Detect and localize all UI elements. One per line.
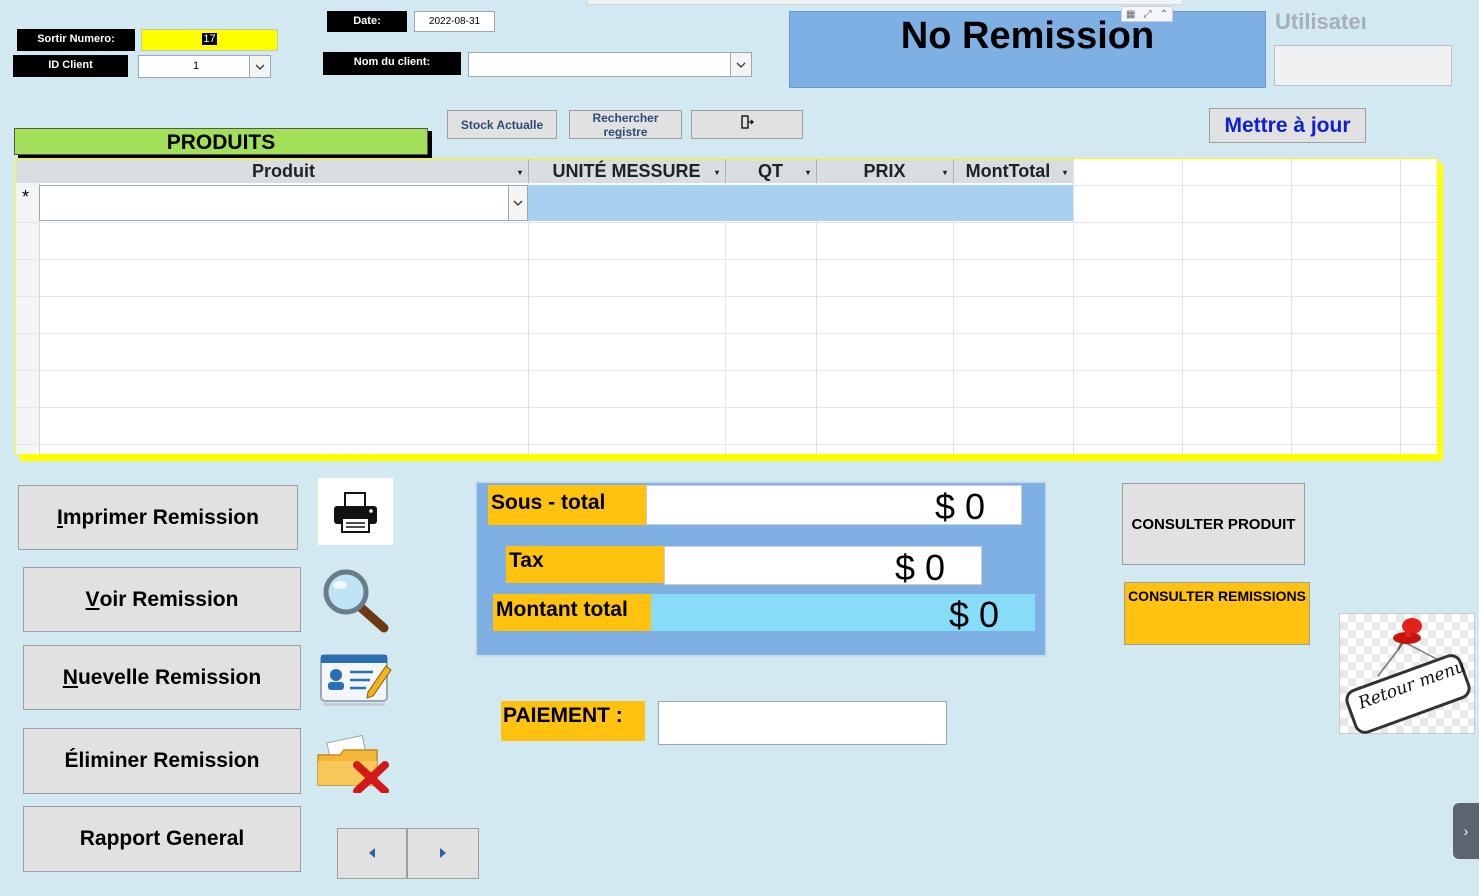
mettre-a-jour-button[interactable]: Mettre à jour [1209,108,1366,143]
top-strip [587,0,1183,5]
column-header-produit[interactable]: Produit ▾ [39,159,529,183]
eliminer-remission-button[interactable]: Éliminer Remission [23,728,301,794]
dropdown-icon[interactable]: ▾ [1063,168,1067,177]
grid-line [16,333,1437,334]
id-card-edit-icon [318,654,393,712]
sortir-numero-field[interactable]: 17 [141,29,278,51]
grid-line [1182,159,1183,454]
utilisateur-field[interactable] [1274,45,1452,86]
right-arrow-icon [439,845,447,863]
new-row-unite-cell[interactable] [528,185,726,221]
utilisateur-label-text: Utilisateı [1275,9,1367,34]
exit-button[interactable] [691,110,803,139]
totals-panel: Sous - total $ 0 Tax $ 0 Montant total $… [475,481,1047,657]
imprimer-remission-button[interactable]: Imprimer Remission [18,485,298,550]
new-row-produit-combo[interactable] [39,185,528,221]
chevron-down-icon[interactable] [730,53,751,76]
grid-line [816,221,817,454]
rapport-general-button[interactable]: Rapport General [23,806,301,872]
grid-line [16,222,1437,223]
dropdown-icon[interactable]: ▾ [518,168,522,177]
date-label: Date: [327,11,407,32]
rechercher-registre-button[interactable]: Rechercher registre [569,110,682,139]
grid-line [725,221,726,454]
nom-client-combo[interactable] [468,52,752,77]
new-row-monttotal-cell[interactable] [953,185,1073,221]
column-header-qt[interactable]: QT ▾ [725,159,817,183]
products-grid: Produit ▾ UNITÉ MESSURE ▾ QT ▾ PRIX ▾ MontTo… [15,158,1438,455]
chevron-right-icon: › [1463,823,1469,839]
collapse-icon[interactable]: ⌃ [1160,9,1168,20]
next-record-button[interactable] [407,828,479,879]
paiement-field[interactable] [658,701,947,745]
consulter-remissions-button[interactable]: CONSULTER REMISSIONS [1124,582,1310,645]
grid-line [1291,159,1292,454]
grid-line [16,407,1437,408]
side-panel-tab[interactable]: › [1453,803,1479,859]
column-header-unite[interactable]: UNITÉ MESSURE ▾ [528,159,726,183]
row-selector-column [16,183,40,454]
grid-line [16,370,1437,371]
grid-line [953,221,954,454]
magnifier-icon [318,569,393,639]
printer-button[interactable] [318,478,393,545]
chevron-down-icon[interactable] [249,56,270,77]
grid-line [1073,185,1437,186]
nom-client-label: Nom du client: [323,52,461,75]
eliminer-folder-button[interactable] [315,733,393,795]
montant-total-label: Montant total [493,594,651,631]
left-arrow-icon [368,845,376,863]
tax-value[interactable]: $ 0 [664,546,982,588]
id-client-value: 1 [193,60,200,72]
grid-line [16,259,1437,260]
utilisateur-label: Utilisateı [1275,9,1370,37]
sortir-numero-label: Sortir Numero: [17,29,135,51]
grid-line [1073,159,1074,454]
exit-door-icon [740,115,754,134]
grid-line [16,296,1437,297]
consulter-remissions-label: CONSULTER REMISSIONS [1128,588,1306,604]
consulter-produit-button[interactable]: CONSULTER PRODUIT [1122,483,1305,565]
dropdown-icon[interactable]: ▾ [715,168,719,177]
chevron-down-icon[interactable] [508,186,527,220]
montant-total-value[interactable]: $ 0 [651,594,1035,635]
retour-menu-button[interactable]: Retour menu [1339,613,1475,734]
voir-remission-button[interactable]: Voir Remission [23,567,301,632]
grid-line [16,444,1437,445]
new-row-qt-cell[interactable] [725,185,817,221]
id-client-label: ID Client [13,55,128,77]
window-controls[interactable]: ▦ ⤢ ⌃ [1121,6,1173,22]
page-title: No Remission [900,15,1155,57]
grid-line [528,221,529,454]
title-box: No Remission ▦ ⤢ ⌃ [789,6,1266,88]
paiement-label: PAIEMENT : [501,701,645,741]
tax-label: Tax [506,546,664,583]
date-field[interactable]: 2022-08-31 [414,11,495,32]
grid-line [1400,159,1401,454]
expand-icon[interactable]: ⤢ [1144,9,1152,20]
dropdown-icon[interactable]: ▾ [943,168,947,177]
column-header-monttotal[interactable]: MontTotal ▾ [953,159,1074,183]
printer-icon [318,492,393,549]
dropdown-icon[interactable]: ▾ [806,168,810,177]
folder-delete-icon [315,734,393,797]
sous-total-label: Sous - total [488,485,647,525]
new-row-prix-cell[interactable] [816,185,954,221]
grid-icon[interactable]: ▦ [1126,9,1135,20]
new-row-marker: * [22,187,30,207]
stock-actualle-button[interactable]: Stock Actualle [447,110,557,139]
nuevelle-remission-button[interactable]: Nuevelle Remission [23,645,301,710]
voir-search-button[interactable] [318,565,393,635]
prev-record-button[interactable] [337,828,407,879]
produits-tab: PRODUITS [14,128,428,155]
grid-header: Produit ▾ UNITÉ MESSURE ▾ QT ▾ PRIX ▾ MontTo… [16,159,1074,183]
column-header-prix[interactable]: PRIX ▾ [816,159,954,183]
nuevelle-card-button[interactable] [318,650,393,708]
sortir-numero-value: 17 [202,33,217,45]
id-client-combo[interactable]: 1 [138,55,271,78]
sous-total-value[interactable]: $ 0 [646,485,1022,527]
